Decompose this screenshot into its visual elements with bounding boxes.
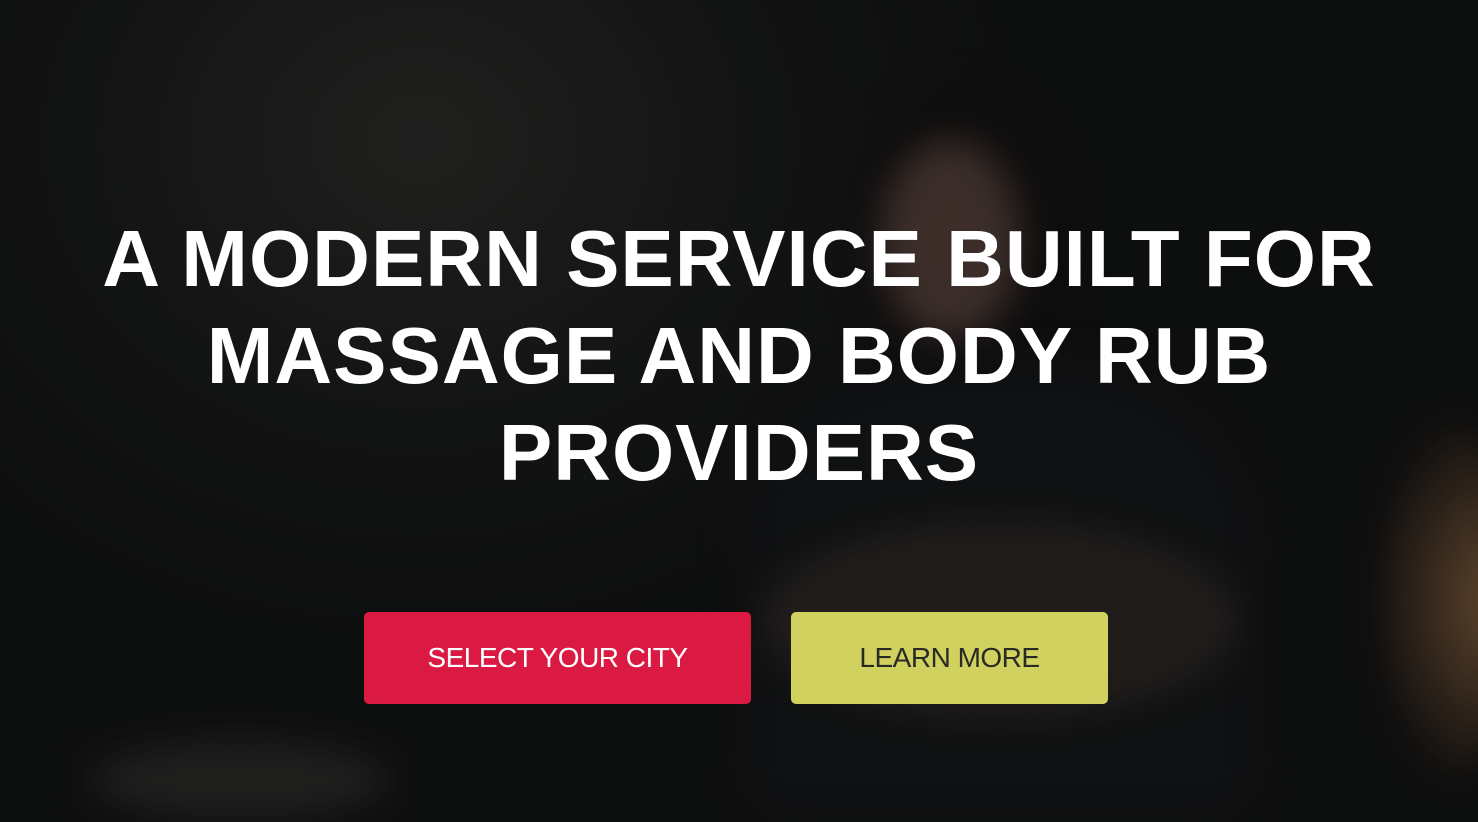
select-city-button[interactable]: SELECT YOUR CITY — [364, 612, 751, 704]
learn-more-button[interactable]: LEARN MORE — [791, 612, 1108, 704]
hero-heading: A MODERN SERVICE BUILT FOR MASSAGE AND B… — [0, 210, 1478, 501]
cta-buttons: SELECT YOUR CITY LEARN MORE — [364, 612, 1108, 704]
headline-line-3: PROVIDERS — [498, 408, 980, 497]
headline-line-2: MASSAGE AND BODY RUB — [206, 311, 1272, 400]
headline: A MODERN SERVICE BUILT FOR MASSAGE AND B… — [0, 210, 1478, 501]
headline-line-1: A MODERN SERVICE BUILT FOR — [102, 214, 1376, 303]
